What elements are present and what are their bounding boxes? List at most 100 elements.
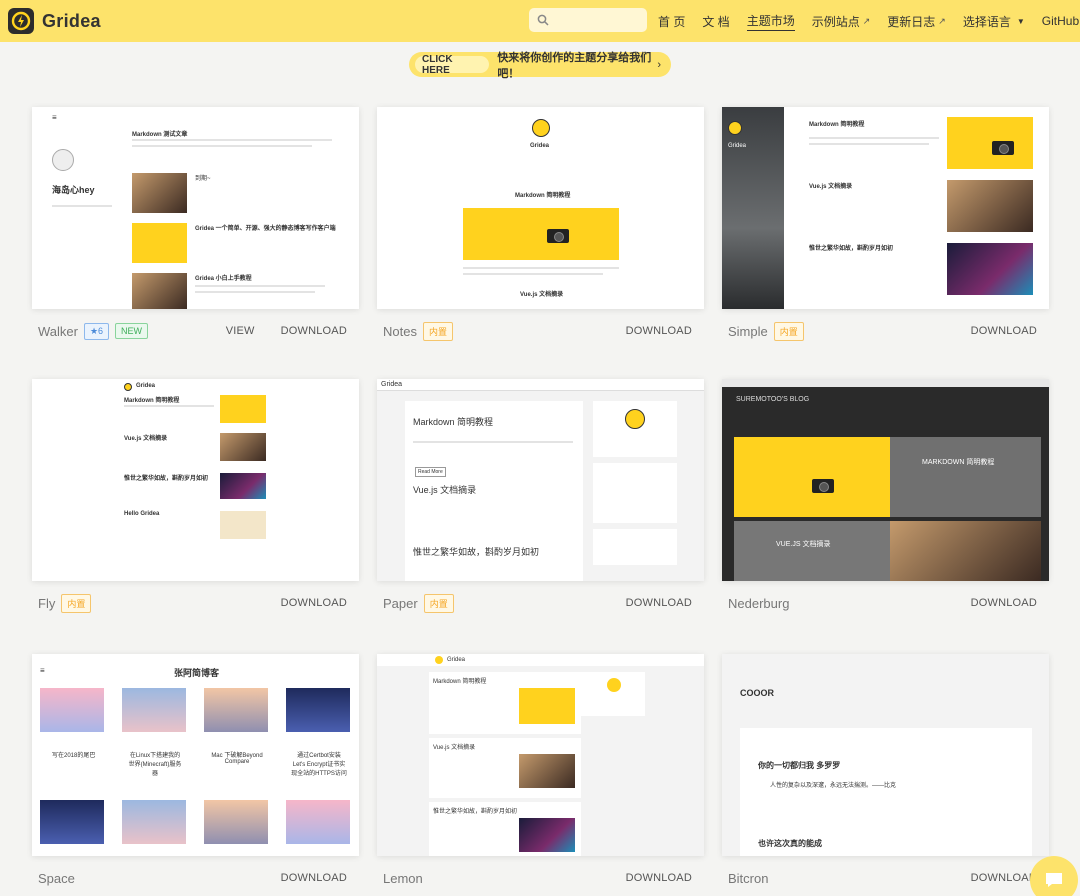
theme-name: Fly: [38, 595, 56, 611]
preview-brand: Gridea: [728, 143, 747, 149]
nav-docs-label: 文 档: [702, 14, 730, 29]
download-button[interactable]: DOWNLOAD: [281, 872, 347, 884]
lemon-icon: [435, 656, 443, 664]
brand-name: Gridea: [42, 10, 101, 31]
theme-preview-simple[interactable]: Gridea Markdown 简明教程 Vue.js 文档摘录 惟世之繁华如故…: [722, 107, 1049, 309]
theme-meta: Simple 内置 DOWNLOAD: [722, 309, 1049, 353]
chat-button[interactable]: [1030, 856, 1078, 896]
builtin-badge: 内置: [423, 593, 454, 613]
search-box[interactable]: [529, 8, 647, 32]
preview-post-title: Vue.js 文档摘录: [433, 745, 476, 751]
preview-post-title: Vue.js 文档摘录: [520, 292, 564, 298]
preview-post-title: 到期~: [195, 176, 211, 182]
search-input[interactable]: [555, 13, 645, 27]
preview-post-title: Markdown 简明教程: [809, 122, 865, 128]
builtin-badge: 内置: [61, 593, 92, 613]
preview-post-title: 在Linux下搭建我的世界(Minecraft)服务器: [128, 753, 182, 777]
theme-meta: Paper 内置 DOWNLOAD: [377, 581, 704, 625]
preview-post-title: Markdown 简明教程: [413, 417, 494, 427]
download-button[interactable]: DOWNLOAD: [626, 325, 692, 337]
share-theme-banner[interactable]: CLICK HERE 快来将你创作的主题分享给我们吧！ ›: [409, 52, 671, 80]
menu-icon: ≡: [52, 113, 57, 122]
preview-post-title: 通过Certbot安装Let's Encrypt证书实现全站的HTTPS访问: [291, 753, 347, 777]
theme-preview-nederburg[interactable]: SUREMOTOO'S BLOG MARKDOWN 简明教程 VUE.JS 文档…: [722, 379, 1049, 581]
gridea-logo-icon: [8, 8, 34, 34]
preview-post-title: Gridea 一个简单、开源、强大的静态博客写作客户端: [195, 226, 336, 232]
preview-logo-icon: [124, 383, 132, 391]
theme-name: Notes: [383, 323, 417, 339]
chat-icon: [1046, 873, 1062, 887]
preview-brand: SUREMOTOO'S BLOG: [736, 396, 810, 403]
nav-home[interactable]: 首 页: [658, 13, 685, 30]
nav-github[interactable]: GitHub↗: [1042, 14, 1080, 28]
view-button[interactable]: VIEW: [226, 325, 255, 337]
menu-icon: ≡: [40, 666, 45, 675]
preview-post-title: Markdown 测试文章: [132, 132, 188, 138]
theme-preview-lemon[interactable]: Gridea Markdown 简明教程 Vue.js 文档摘录 惟世之繁华如故…: [377, 654, 704, 856]
click-here-button[interactable]: CLICK HERE: [415, 54, 490, 76]
theme-preview-paper[interactable]: Gridea Markdown 简明教程 Read More Vue.js 文档…: [377, 379, 704, 581]
download-button[interactable]: DOWNLOAD: [626, 597, 692, 609]
new-badge: NEW: [115, 323, 149, 339]
search-icon: [537, 14, 549, 26]
download-button[interactable]: DOWNLOAD: [281, 597, 347, 609]
preview-brand: Gridea: [136, 383, 156, 389]
preview-brand: Gridea: [381, 381, 403, 388]
download-button[interactable]: DOWNLOAD: [971, 872, 1037, 884]
theme-meta: Space DOWNLOAD: [32, 856, 359, 896]
theme-preview-walker[interactable]: ≡ 海岛心hey Markdown 测试文章 到期~ Gridea 一个简单、开…: [32, 107, 359, 309]
preview-post-title: 惟世之繁华如故，斟酌岁月如初: [809, 246, 894, 252]
preview-logo-icon: [625, 409, 645, 429]
download-button[interactable]: DOWNLOAD: [971, 325, 1037, 337]
avatar: [52, 149, 74, 171]
nav-theme-market-label: 主题市场: [746, 13, 795, 28]
theme-card-walker: ≡ 海岛心hey Markdown 测试文章 到期~ Gridea 一个简单、开…: [32, 107, 359, 353]
brand[interactable]: Gridea: [8, 8, 101, 34]
download-button[interactable]: DOWNLOAD: [971, 597, 1037, 609]
theme-card-lemon: Gridea Markdown 简明教程 Vue.js 文档摘录 惟世之繁华如故…: [377, 654, 704, 896]
nav-changelog[interactable]: 更新日志 ↗: [887, 13, 946, 30]
theme-card-space: ≡ 张阿简博客 写在2018的尾巴 在Linux下搭建我的世界(Minecraf…: [32, 654, 359, 896]
theme-meta: Notes 内置 DOWNLOAD: [377, 309, 704, 353]
preview-brand: Gridea: [530, 143, 550, 149]
preview-excerpt: 人性的复杂以及深邃，永远无法揣测。——比克: [770, 783, 897, 789]
preview-post-title: MARKDOWN 简明教程: [922, 459, 995, 466]
download-button[interactable]: DOWNLOAD: [626, 872, 692, 884]
nav-theme-market[interactable]: 主题市场: [746, 12, 795, 31]
nav-example-sites-label: 示例站点: [811, 14, 860, 29]
theme-card-fly: Gridea Markdown 简明教程 Vue.js 文档摘录 惟世之繁华如故…: [32, 379, 359, 625]
theme-preview-fly[interactable]: Gridea Markdown 简明教程 Vue.js 文档摘录 惟世之繁华如故…: [32, 379, 359, 581]
theme-preview-space[interactable]: ≡ 张阿简博客 写在2018的尾巴 在Linux下搭建我的世界(Minecraf…: [32, 654, 359, 856]
theme-card-bitcron: COOOR 你的一切都归我 多罗罗 人性的复杂以及深邃，永远无法揣测。——比克 …: [722, 654, 1049, 896]
download-button[interactable]: DOWNLOAD: [281, 325, 347, 337]
theme-name: Nederburg: [728, 595, 790, 611]
theme-meta: Bitcron DOWNLOAD: [722, 856, 1049, 896]
top-navbar: Gridea 首 页 文 档 主题市场 示例站点 ↗ 更新日志 ↗ 选择语言 ▼ Gi…: [0, 0, 1080, 42]
preview-logo-icon: [728, 121, 742, 135]
theme-meta: Fly 内置 DOWNLOAD: [32, 581, 359, 625]
nav-docs[interactable]: 文 档: [702, 13, 729, 30]
nav-example-sites[interactable]: 示例站点 ↗: [812, 13, 871, 30]
preview-logo-icon: [532, 119, 550, 137]
preview-post-title: 惟世之繁华如故，斟酌岁月如初: [433, 809, 518, 815]
theme-name: Simple: [728, 323, 768, 339]
banner-text: 快来将你创作的主题分享给我们吧！: [497, 51, 652, 80]
theme-preview-bitcron[interactable]: COOOR 你的一切都归我 多罗罗 人性的复杂以及深邃，永远无法揣测。——比克 …: [722, 654, 1049, 856]
nav-language[interactable]: 选择语言 ▼: [963, 13, 1025, 30]
theme-preview-notes[interactable]: Gridea Markdown 简明教程 Vue.js 文档摘录: [377, 107, 704, 309]
preview-post-title: Mac 下破解Beyond Compare: [211, 753, 263, 765]
preview-post-title: 你的一切都归我 多罗罗: [758, 761, 841, 770]
preview-brand: COOOR: [740, 688, 775, 698]
lemon-icon: [607, 678, 621, 692]
theme-name: Walker: [38, 323, 78, 339]
builtin-badge: 内置: [773, 321, 804, 341]
preview-post-title: 惟世之繁华如故，斟酌岁月如初: [413, 547, 540, 557]
theme-meta: Nederburg DOWNLOAD: [722, 581, 1049, 625]
theme-name: Space: [38, 870, 75, 886]
nav-home-label: 首 页: [658, 14, 686, 29]
builtin-badge: 内置: [422, 321, 453, 341]
theme-meta: Walker ★6 NEW VIEW DOWNLOAD: [32, 309, 359, 353]
theme-name: Paper: [383, 595, 418, 611]
external-link-icon: ↗: [938, 15, 946, 26]
preview-post-title: Vue.js 文档摘录: [413, 485, 477, 495]
